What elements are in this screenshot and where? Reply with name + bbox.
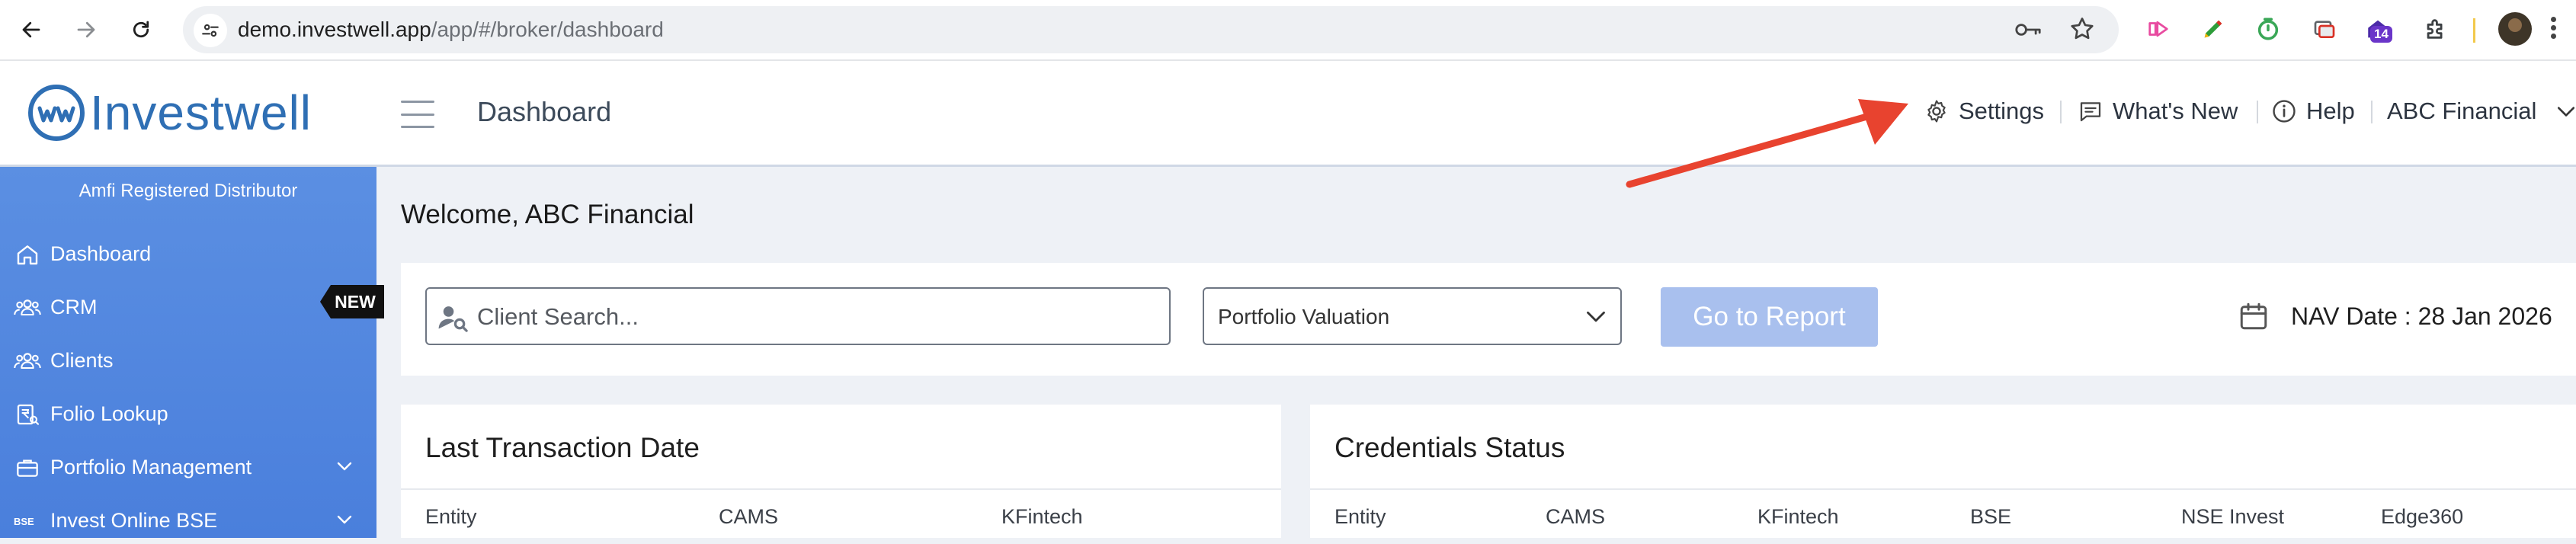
- sidebar-item-label: Portfolio Management: [50, 456, 252, 478]
- sidebar-item-invest-online-bse[interactable]: BSE Invest Online BSE: [0, 498, 376, 544]
- whats-new-label: What's New: [2113, 98, 2238, 124]
- chevron-down-icon: [1587, 311, 1605, 322]
- back-button[interactable]: [14, 12, 49, 47]
- browser-toolbar: demo.investwell.app/app/#/broker/dashboa…: [0, 0, 2576, 61]
- page-title: Dashboard: [477, 96, 612, 127]
- sidebar-item-label: Dashboard: [50, 242, 152, 265]
- url-host: demo.investwell.app: [238, 18, 431, 41]
- app-header: Investwell Dashboard Settings What's New…: [0, 61, 2576, 167]
- chevron-down-icon: [337, 515, 352, 524]
- toolbar-divider: [2473, 18, 2475, 43]
- users-icon: [14, 353, 41, 370]
- address-bar[interactable]: demo.investwell.app/app/#/broker/dashboa…: [183, 6, 2119, 53]
- sidebar-item-folio-lookup[interactable]: Folio Lookup: [0, 392, 376, 437]
- sidebar-heading: Amfi Registered Distributor: [78, 181, 298, 201]
- column-header: Entity: [425, 505, 477, 528]
- sidebar: Amfi Registered Distributor Dashboard CR…: [0, 167, 384, 538]
- column-header: Edge360: [2381, 505, 2464, 528]
- gear-icon: [1927, 100, 1946, 123]
- back-arrow-icon: [22, 21, 40, 38]
- last-transaction-card: Last Transaction Date Entity CAMS KFinte…: [401, 405, 1281, 538]
- card-divider: [401, 488, 1281, 490]
- chevron-down-icon: [2558, 107, 2575, 117]
- sidebar-item-label: Invest Online BSE: [50, 509, 218, 532]
- account-name: ABC Financial: [2387, 98, 2537, 124]
- bookmark-star-icon[interactable]: [2068, 15, 2096, 46]
- help-label: Help: [2306, 98, 2355, 124]
- reload-icon: [133, 21, 149, 38]
- user-search-icon: [438, 306, 468, 332]
- sidebar-item-clients[interactable]: Clients: [0, 338, 376, 384]
- sidebar-item-dashboard[interactable]: Dashboard: [0, 232, 376, 277]
- url-text[interactable]: demo.investwell.app/app/#/broker/dashboa…: [238, 17, 664, 43]
- column-header: Entity: [1334, 505, 1386, 528]
- card-title: Credentials Status: [1334, 432, 1565, 463]
- header-divider: [2257, 101, 2258, 123]
- briefcase-icon: [17, 459, 38, 477]
- report-type-value: Portfolio Valuation: [1218, 305, 1390, 328]
- svg-text:BSE: BSE: [14, 516, 34, 527]
- welcome-heading: Welcome, ABC Financial: [401, 200, 694, 229]
- calendar-icon: [2240, 302, 2267, 330]
- nav-date-text: NAV Date : 28 Jan 2026: [2291, 302, 2552, 330]
- new-badge: NEW: [320, 285, 384, 318]
- investwell-logo-mark-icon: [28, 85, 85, 141]
- users-icon: [14, 299, 41, 316]
- credentials-status-card: Credentials Status Entity CAMS KFintech …: [1310, 405, 2576, 538]
- column-header: NSE Invest: [2181, 505, 2285, 528]
- client-search-field[interactable]: [425, 287, 1171, 345]
- settings-label: Settings: [1959, 98, 2045, 124]
- sidebar-item-label: CRM: [50, 296, 98, 318]
- chevron-down-icon: [337, 462, 352, 471]
- column-header: KFintech: [1757, 505, 1839, 528]
- forward-arrow-icon: [77, 21, 95, 38]
- extension-pen-icon[interactable]: [2196, 12, 2230, 46]
- whats-new-link[interactable]: What's New: [2078, 94, 2238, 128]
- sidebar-item-label: Folio Lookup: [50, 402, 168, 425]
- column-header: CAMS: [719, 505, 779, 528]
- header-divider: [2371, 101, 2373, 123]
- message-icon: [2080, 102, 2101, 122]
- reload-button[interactable]: [123, 12, 159, 47]
- sidebar-item-portfolio-management[interactable]: Portfolio Management: [0, 445, 376, 491]
- account-menu[interactable]: ABC Financial: [2387, 94, 2576, 128]
- profile-avatar[interactable]: [2498, 12, 2532, 46]
- home-icon: [17, 245, 38, 265]
- extension-screenshot-icon[interactable]: [2308, 12, 2341, 46]
- info-icon: [2273, 100, 2296, 123]
- bse-logo-icon: BSE: [14, 516, 34, 527]
- card-divider: [1310, 488, 2576, 490]
- annotation-arrow: [1626, 99, 1908, 188]
- client-search-input[interactable]: [476, 299, 1149, 334]
- settings-link[interactable]: Settings: [1924, 94, 2044, 128]
- url-path: /app/#/broker/dashboard: [431, 18, 664, 41]
- extension-badge-count: 14: [2370, 26, 2392, 43]
- column-header: CAMS: [1546, 505, 1606, 528]
- sidebar-item-label: Clients: [50, 349, 114, 372]
- nav-date: NAV Date : 28 Jan 2026: [2238, 299, 2552, 333]
- extension-green-timer-icon[interactable]: [2251, 12, 2285, 46]
- site-info-icon[interactable]: [194, 14, 227, 47]
- forward-button[interactable]: [69, 12, 104, 47]
- go-to-report-button[interactable]: Go to Report: [1661, 287, 1878, 347]
- column-header: KFintech: [1001, 505, 1083, 528]
- browser-menu-icon[interactable]: [2546, 14, 2561, 44]
- password-key-icon[interactable]: [2014, 17, 2043, 46]
- header-divider: [2060, 101, 2062, 123]
- report-type-select[interactable]: Portfolio Valuation: [1203, 287, 1622, 345]
- help-link[interactable]: Help: [2271, 94, 2355, 128]
- menu-toggle-icon[interactable]: [401, 101, 434, 128]
- extensions-puzzle-icon[interactable]: [2419, 12, 2453, 46]
- quick-report-bar: Portfolio Valuation Go to Report NAV Dat…: [401, 263, 2576, 376]
- logo-text: Investwell: [90, 85, 312, 140]
- sidebar-item-crm[interactable]: CRM: [0, 285, 376, 331]
- rupee-doc-icon: [17, 404, 40, 425]
- card-title: Last Transaction Date: [425, 432, 700, 463]
- extension-pink-play-icon[interactable]: [2142, 12, 2175, 46]
- column-header: BSE: [1970, 505, 2012, 528]
- investwell-logo[interactable]: Investwell: [26, 82, 312, 143]
